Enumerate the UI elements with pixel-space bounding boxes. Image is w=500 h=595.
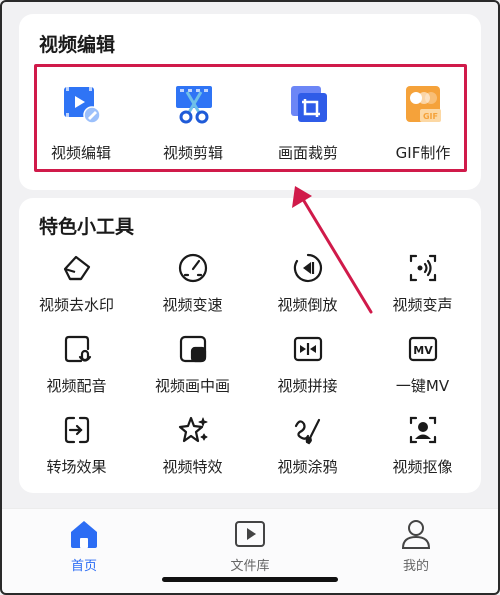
video-edit-button[interactable]: 视频编辑	[27, 84, 135, 163]
speedometer-icon	[177, 252, 209, 284]
watermark-remove-label: 视频去水印	[38, 296, 114, 314]
video-cut-button[interactable]: 视频剪辑	[139, 84, 247, 163]
cutout-button[interactable]: 视频抠像	[365, 414, 480, 477]
merge-button[interactable]: 视频拼接	[250, 333, 365, 396]
crop-button[interactable]: 画面裁剪	[254, 84, 362, 163]
one-click-mv-label: 一键MV	[395, 377, 450, 395]
portrait-cutout-icon	[407, 414, 439, 446]
dubbing-label: 视频配音	[46, 377, 107, 395]
tab-me-label: 我的	[402, 559, 429, 574]
dubbing-icon	[61, 333, 93, 365]
voice-change-label: 视频变声	[392, 296, 453, 314]
doodle-label: 视频涂鸦	[277, 458, 338, 476]
tab-me[interactable]: 我的	[356, 517, 476, 574]
brush-icon	[292, 414, 324, 446]
dubbing-button[interactable]: 视频配音	[19, 333, 134, 396]
transition-icon	[61, 414, 93, 446]
svg-text:GIF: GIF	[423, 112, 438, 121]
reverse-button[interactable]: 视频倒放	[250, 252, 365, 315]
sparkle-icon	[177, 414, 209, 446]
speed-button[interactable]: 视频变速	[135, 252, 250, 315]
svg-text:MV: MV	[413, 344, 433, 357]
video-cut-icon	[174, 84, 212, 124]
effects-label: 视频特效	[162, 458, 223, 476]
pip-button[interactable]: 视频画中画	[135, 333, 250, 396]
tab-home-label: 首页	[70, 559, 97, 574]
cutout-label: 视频抠像	[392, 458, 453, 476]
effects-button[interactable]: 视频特效	[135, 414, 250, 477]
reverse-label: 视频倒放	[277, 296, 338, 314]
tab-home[interactable]: 首页	[24, 517, 144, 574]
voice-change-button[interactable]: 视频变声	[365, 252, 480, 315]
home-icon	[67, 517, 101, 551]
pip-label: 视频画中画	[154, 377, 230, 395]
gif-button[interactable]: GIF GIF制作	[369, 84, 477, 163]
video-edit-title: 视频编辑	[39, 34, 116, 56]
home-indicator	[162, 577, 338, 582]
watermark-remove-button[interactable]: 视频去水印	[19, 252, 134, 315]
gif-label: GIF制作	[395, 144, 451, 162]
video-edit-icon	[62, 84, 101, 124]
video-cut-label: 视频剪辑	[162, 144, 223, 162]
rewind-icon	[292, 252, 324, 284]
crop-label: 画面裁剪	[277, 144, 338, 162]
transition-button[interactable]: 转场效果	[19, 414, 134, 477]
voice-change-icon	[407, 252, 439, 284]
tab-library-label: 文件库	[230, 559, 270, 574]
eraser-icon	[61, 252, 93, 284]
merge-label: 视频拼接	[277, 377, 338, 395]
doodle-button[interactable]: 视频涂鸦	[250, 414, 365, 477]
gif-icon: GIF	[404, 84, 442, 124]
video-edit-label: 视频编辑	[50, 144, 111, 162]
crop-icon	[289, 84, 327, 124]
tools-title: 特色小工具	[39, 216, 135, 238]
user-icon	[399, 517, 433, 551]
speed-label: 视频变速	[162, 296, 223, 314]
video-library-icon	[233, 517, 267, 551]
mv-icon: MV	[407, 333, 439, 365]
picture-in-picture-icon	[177, 333, 209, 365]
tab-library[interactable]: 文件库	[190, 517, 310, 574]
merge-icon	[292, 333, 324, 365]
one-click-mv-button[interactable]: MV 一键MV	[365, 333, 480, 396]
transition-label: 转场效果	[46, 458, 107, 476]
